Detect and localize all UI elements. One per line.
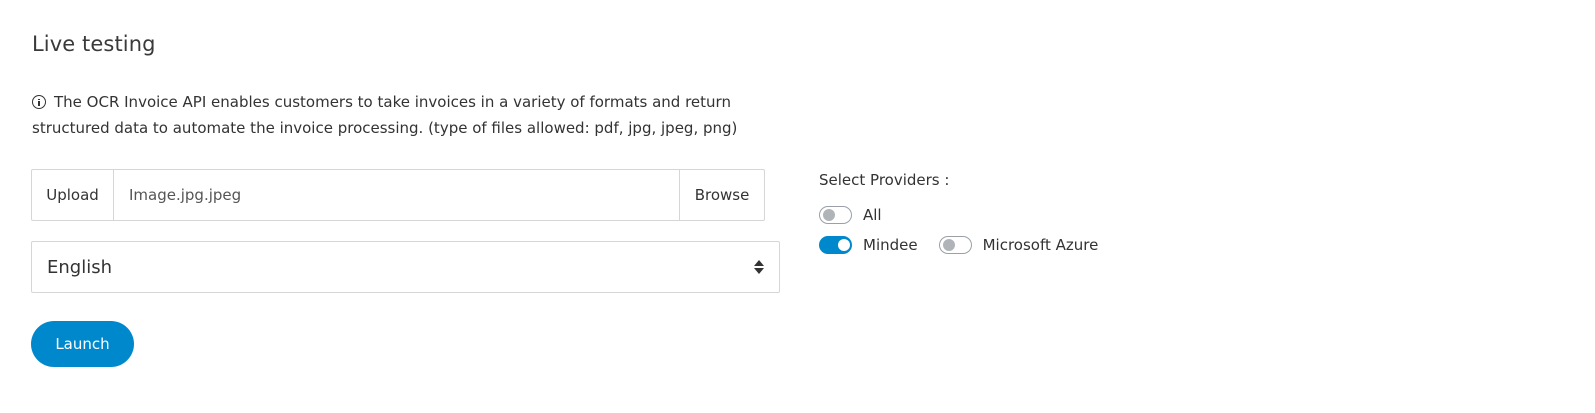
provider-label-microsoft-azure: Microsoft Azure <box>982 236 1099 254</box>
provider-item-microsoft-azure: Microsoft Azure <box>938 236 1099 254</box>
provider-item-all: All <box>819 206 882 224</box>
provider-toggle-row: Mindee Microsoft Azure <box>819 236 1119 254</box>
info-icon <box>32 95 46 109</box>
upload-label: Upload <box>32 170 114 220</box>
file-name-field[interactable]: Image.jpg.jpeg <box>114 170 679 220</box>
toggle-microsoft-azure[interactable] <box>938 236 972 254</box>
toggle-knob <box>823 209 835 221</box>
page-title: Live testing <box>32 32 156 56</box>
toggle-knob <box>838 239 850 251</box>
provider-label-mindee: Mindee <box>863 236 918 254</box>
providers-label: Select Providers : <box>819 171 950 189</box>
launch-button[interactable]: Launch <box>31 321 134 367</box>
provider-item-mindee: Mindee <box>819 236 918 254</box>
toggle-all[interactable] <box>819 206 852 224</box>
toggle-mindee[interactable] <box>819 236 852 254</box>
provider-label-all: All <box>863 206 882 224</box>
browse-button[interactable]: Browse <box>679 170 764 220</box>
info-text: The OCR Invoice API enables customers to… <box>32 93 738 137</box>
select-caret-icon <box>754 260 764 274</box>
info-text-block: The OCR Invoice API enables customers to… <box>32 89 772 141</box>
language-select[interactable]: English <box>31 241 780 293</box>
language-select-value: English <box>47 256 112 278</box>
file-upload-group: Upload Image.jpg.jpeg Browse <box>31 169 765 221</box>
toggle-knob <box>942 239 955 251</box>
provider-toggle-row-all: All <box>819 206 903 224</box>
